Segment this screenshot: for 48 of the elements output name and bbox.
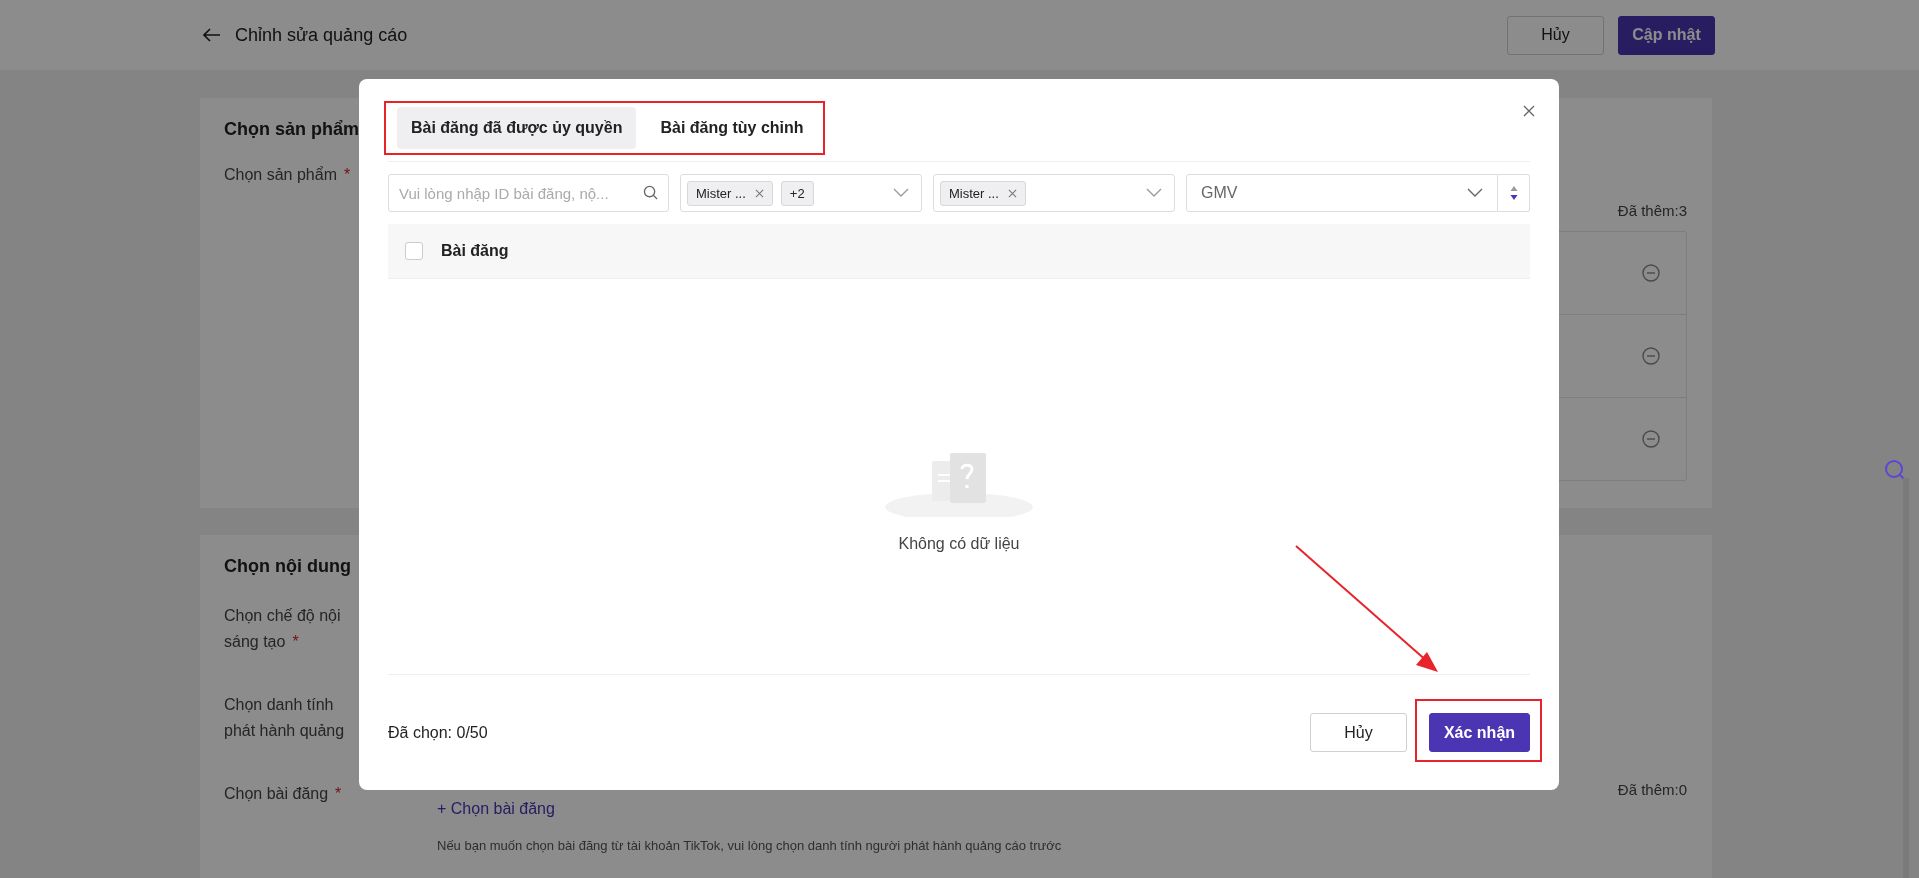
tab[interactable]: Bài đăng tùy chỉnh <box>646 107 818 149</box>
added-count: Đã thêm:3 <box>1617 202 1687 219</box>
search-field[interactable]: Vui lòng nhập ID bài đăng, nộ... <box>388 174 669 212</box>
remove-icon[interactable] <box>1642 347 1660 365</box>
sort-order-button[interactable] <box>1498 174 1530 212</box>
column-header: Bài đăng <box>441 242 509 260</box>
remove-tag-icon[interactable] <box>754 188 764 198</box>
back-arrow-icon[interactable] <box>203 28 221 42</box>
section-title: Chọn nội dung <box>224 555 351 577</box>
multi-select[interactable]: Mister ... <box>933 174 1175 212</box>
field-label: phát hành quảng <box>224 722 345 739</box>
dialog-button[interactable]: Xác nhận <box>1429 713 1530 752</box>
chevron-down-icon <box>1467 188 1483 198</box>
chevron-down-icon <box>893 188 909 198</box>
empty-data-icon <box>884 453 1034 517</box>
sort-icon <box>1509 185 1518 201</box>
section-title: Chọn sản phẩm <box>224 118 359 140</box>
sort-select[interactable]: GMV <box>1186 174 1498 212</box>
remove-icon[interactable] <box>1642 264 1660 282</box>
tag-text: Mister ... <box>949 185 999 201</box>
chevron-down-icon <box>1146 188 1162 198</box>
remove-tag-icon[interactable] <box>1007 188 1017 198</box>
field-label: Chọn bài đăng <box>224 785 329 802</box>
required-mark: * <box>292 633 299 650</box>
choose-post-link[interactable]: + Chọn bài đăng <box>437 800 555 818</box>
required-mark: * <box>335 785 342 802</box>
checkbox[interactable] <box>405 242 423 260</box>
selected-count: Đã chọn: 0/50 <box>388 723 488 742</box>
page-title: Chỉnh sửa quảng cáo <box>235 24 408 46</box>
close-icon[interactable] <box>1523 105 1535 117</box>
added-count: Đã thêm:0 <box>1617 781 1687 798</box>
required-mark: * <box>343 166 351 183</box>
hint-text: Nếu bạn muốn chọn bài đăng từ tài khoản TikTok, vui lòng chọn danh tính người phát hành quảng cáo trước <box>437 838 1063 853</box>
dialog-button[interactable]: Hủy <box>1310 713 1407 752</box>
empty-message: Không có dữ liệu <box>898 535 1020 553</box>
tag-text: Mister ... <box>696 185 746 201</box>
tag-text: +2 <box>789 185 805 201</box>
tab[interactable]: Bài đăng đã được ủy quyền <box>397 107 637 149</box>
field-label: sáng tạo <box>224 633 286 650</box>
header-button[interactable]: Hủy <box>1507 15 1604 55</box>
field-label: Chọn chế độ nội <box>224 607 341 624</box>
field-label: Chọn danh tính <box>224 696 334 713</box>
search-icon <box>643 185 658 200</box>
field-label: Chọn sản phẩm <box>224 166 337 183</box>
multi-select[interactable]: Mister ... +2 <box>680 174 922 212</box>
header-button[interactable]: Cập nhật <box>1618 15 1715 55</box>
scrollbar[interactable] <box>1903 478 1909 878</box>
remove-icon[interactable] <box>1642 430 1660 448</box>
